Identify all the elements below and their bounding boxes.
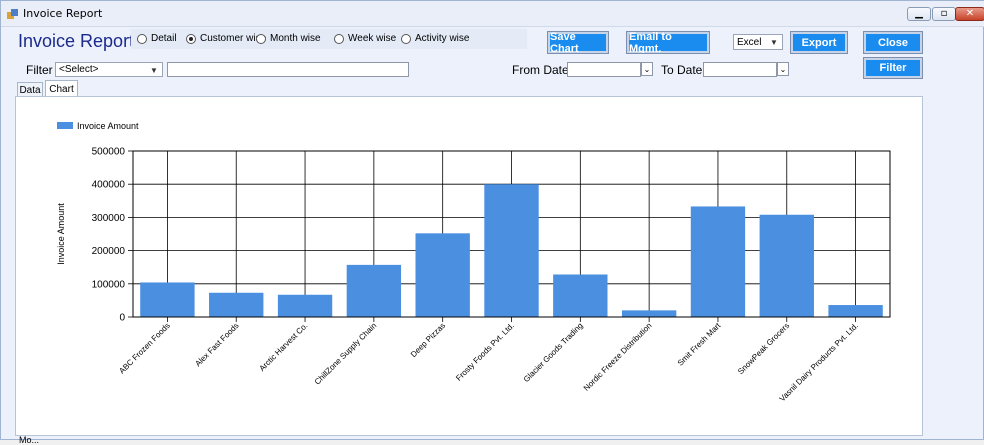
x-tick-label: ChillZone Supply Chain xyxy=(313,321,378,386)
bar xyxy=(277,294,333,317)
export-format-value: Excel xyxy=(737,36,762,48)
to-date-dropdown[interactable]: ⌄ xyxy=(777,62,789,76)
bar xyxy=(621,310,677,317)
report-type-radio-group: Detail Customer wise Month wise Week wis… xyxy=(131,29,527,49)
chevron-down-icon: ⌄ xyxy=(643,64,651,74)
chevron-down-icon: ▼ xyxy=(150,66,158,75)
filter-label: Filter xyxy=(26,63,53,77)
radio-label: Week wise xyxy=(348,33,397,44)
y-axis-title: Invoice Amount xyxy=(56,203,66,265)
x-tick-label: Frosty Foods Pvt. Ltd. xyxy=(454,321,516,383)
filter-text-input[interactable] xyxy=(167,62,409,77)
chart-panel: Invoice Amount Invoice Amount 0 100000 20000… xyxy=(15,96,923,436)
title-bar: Invoice Report ▁ ▫ ✕ xyxy=(1,1,984,27)
y-tick-label: 0 xyxy=(119,313,125,324)
radio-circle xyxy=(334,33,344,44)
bar xyxy=(140,282,195,317)
window-title: Invoice Report xyxy=(23,7,103,20)
radio-month-wise[interactable]: Month wise xyxy=(256,33,321,44)
to-date-input[interactable] xyxy=(703,62,777,77)
y-tick-label: 300000 xyxy=(92,213,126,224)
from-date-label: From Date xyxy=(512,63,569,77)
from-date-dropdown[interactable]: ⌄ xyxy=(641,62,653,76)
x-tick-label: SnowPeak Grocers xyxy=(736,321,791,376)
filter-button[interactable]: Filter xyxy=(863,57,923,79)
bar xyxy=(553,274,608,317)
radio-label: Month wise xyxy=(270,33,321,44)
tab-chart[interactable]: Chart xyxy=(45,80,78,97)
radio-circle xyxy=(256,33,266,44)
x-tick-label: Arctic Harvest Co. xyxy=(258,321,310,373)
filter-select-value: <Select> xyxy=(59,64,99,75)
export-format-select[interactable]: Excel ▼ xyxy=(733,34,783,50)
radio-circle xyxy=(401,33,411,44)
app-icon xyxy=(7,9,18,19)
bar xyxy=(415,233,470,317)
x-tick-label: Smit Fresh Mart xyxy=(676,321,723,368)
legend-label: Invoice Amount xyxy=(77,121,139,131)
maximize-icon: ▫ xyxy=(940,8,948,19)
radio-label: Activity wise xyxy=(415,33,470,44)
bar xyxy=(209,292,264,317)
x-tick-label: Alex Fast Foods xyxy=(193,321,240,368)
bar xyxy=(346,264,402,317)
x-tick-label: Vasnil Dairy Products Pvt. Ltd. xyxy=(778,321,860,403)
minimize-icon: ▁ xyxy=(915,8,923,19)
invoice-report-window: Invoice Report ▁ ▫ ✕ Invoice Report Deta… xyxy=(0,0,984,445)
export-button[interactable]: Export xyxy=(790,31,848,54)
y-tick-label: 200000 xyxy=(92,246,126,257)
page-title: Invoice Report xyxy=(18,31,135,51)
radio-label: Detail xyxy=(151,33,177,44)
chevron-down-icon: ▼ xyxy=(770,38,778,47)
x-tick-label: Nordic Freeze Distribution xyxy=(582,321,654,393)
y-tick-label: 100000 xyxy=(92,279,126,290)
invoice-chart: Invoice Amount Invoice Amount 0 100000 20000… xyxy=(56,121,891,403)
y-tick-label: 400000 xyxy=(92,180,126,191)
close-icon: ✕ xyxy=(965,8,975,19)
radio-detail[interactable]: Detail xyxy=(137,33,177,44)
bar xyxy=(828,305,883,317)
x-tick-label: Deep Pizzas xyxy=(409,321,447,359)
radio-week-wise[interactable]: Week wise xyxy=(334,33,396,44)
minimize-button[interactable]: ▁ xyxy=(907,7,931,21)
legend-swatch xyxy=(57,122,73,129)
bar xyxy=(690,206,746,317)
close-button[interactable]: Close xyxy=(863,31,923,54)
to-date-label: To Date xyxy=(661,63,703,77)
save-chart-button[interactable]: Save Chart xyxy=(547,31,609,55)
maximize-button[interactable]: ▫ xyxy=(932,7,956,21)
radio-activity-wise[interactable]: Activity wise xyxy=(401,33,469,44)
bar xyxy=(759,214,814,317)
chevron-down-icon: ⌄ xyxy=(779,64,787,74)
from-date-input[interactable] xyxy=(567,62,641,77)
x-tick-label: ABC Frozen Foods xyxy=(117,321,171,375)
email-mgmt-button[interactable]: Email to Mgmt. xyxy=(626,31,710,55)
y-tick-label: 500000 xyxy=(92,147,126,158)
close-window-button[interactable]: ✕ xyxy=(955,7,984,21)
status-text: Mo... xyxy=(19,435,40,445)
bar xyxy=(484,184,539,317)
x-tick-label: Glacier Goods Trading xyxy=(522,321,585,384)
radio-circle xyxy=(137,33,147,44)
radio-circle-selected xyxy=(186,33,196,44)
tab-data[interactable]: Data xyxy=(17,82,43,97)
radio-customer-wise[interactable]: Customer wise xyxy=(186,33,266,44)
filter-select[interactable]: <Select> ▼ xyxy=(55,62,163,77)
